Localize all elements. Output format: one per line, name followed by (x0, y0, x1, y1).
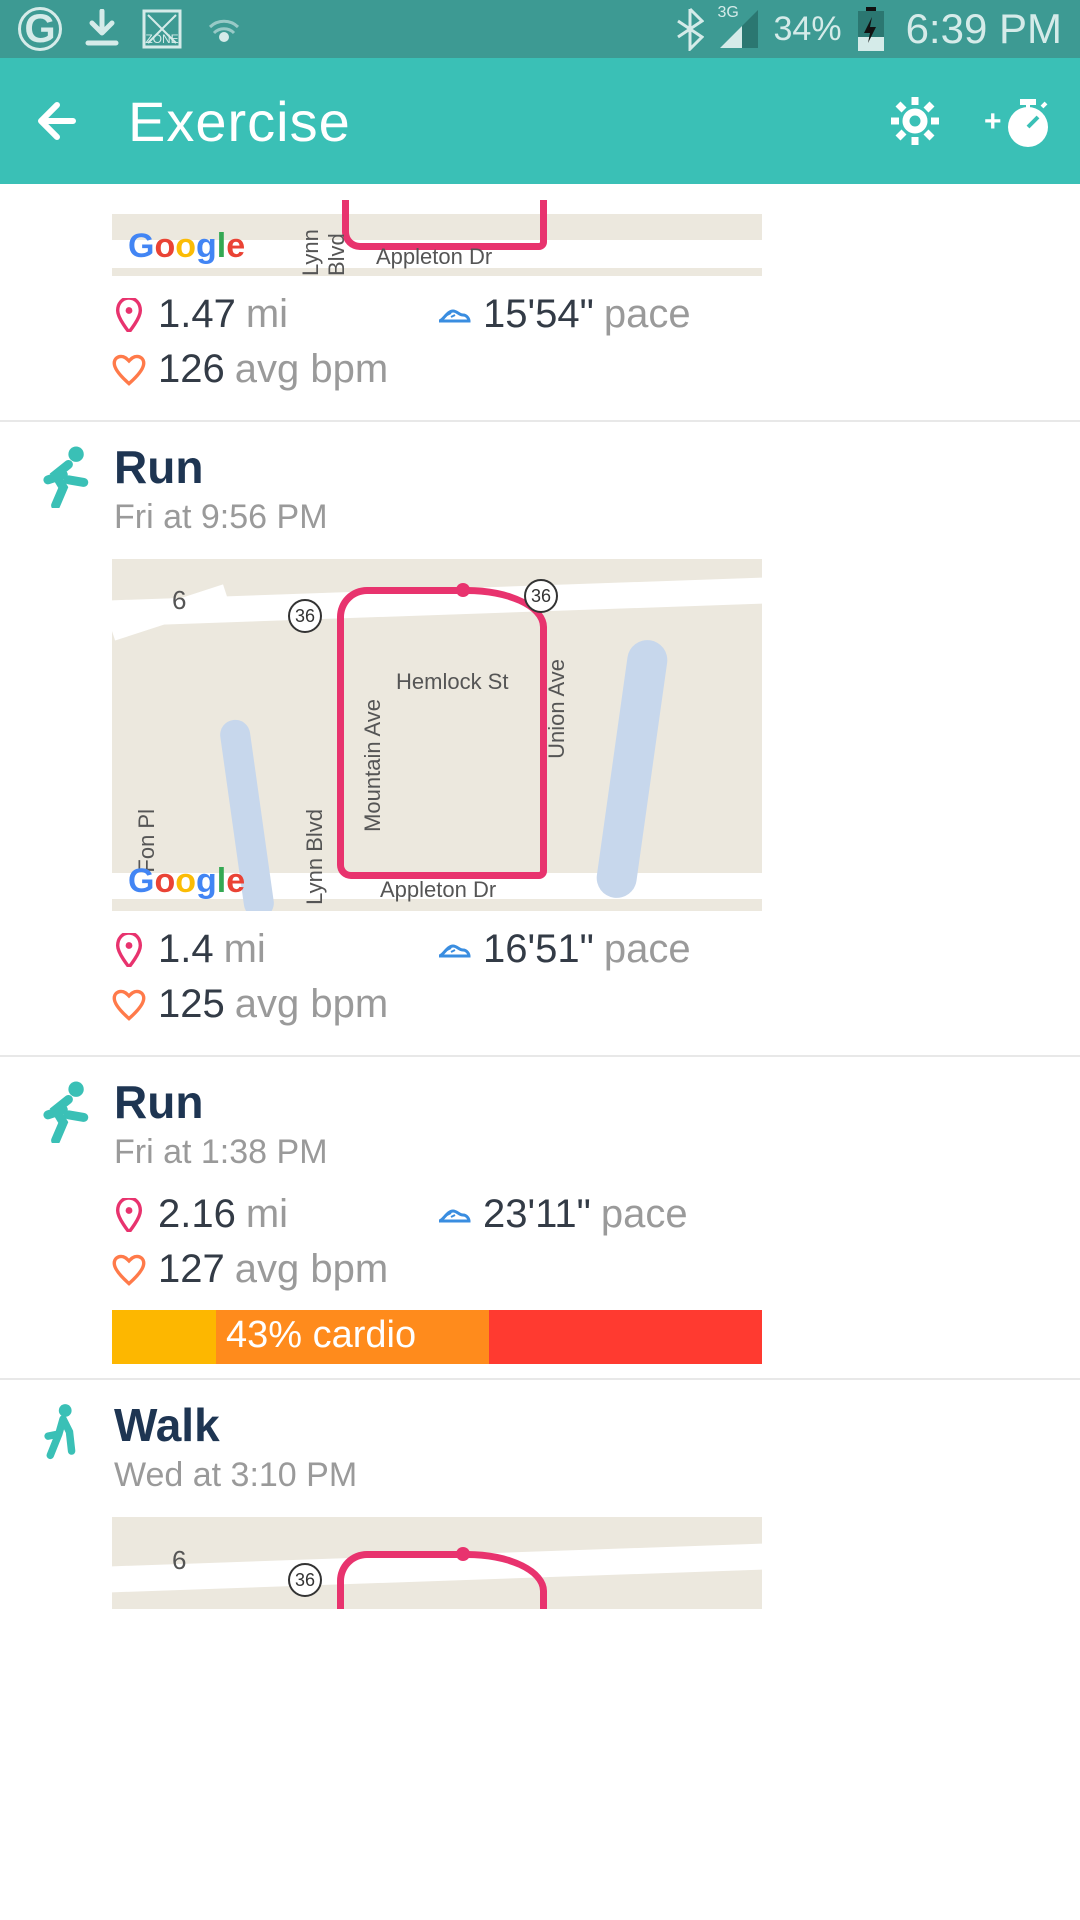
bpm-unit: avg bpm (235, 1247, 388, 1292)
map-attribution: Google (128, 227, 245, 266)
back-button[interactable] (30, 93, 86, 149)
distance-unit: mi (246, 292, 288, 337)
svg-text:+: + (984, 105, 1002, 138)
pace-unit: pace (604, 927, 691, 972)
pace-value: 23'11" (483, 1192, 591, 1237)
add-exercise-button[interactable]: + (980, 86, 1050, 156)
bpm-value: 125 (158, 982, 225, 1027)
gear-icon (889, 95, 941, 147)
distance-pin-icon (112, 933, 146, 967)
bpm-value: 126 (158, 347, 225, 392)
exercise-card[interactable]: Run Fri at 9:56 PM 6 36 36 Hemlock St (0, 422, 1080, 1057)
heart-rate-icon (112, 1253, 146, 1287)
distance-unit: mi (224, 927, 266, 972)
bpm-unit: avg bpm (235, 982, 388, 1027)
page-title: Exercise (128, 89, 850, 154)
pace-shoe-icon (437, 1198, 471, 1232)
bpm-unit: avg bpm (235, 347, 388, 392)
settings-button[interactable] (880, 86, 950, 156)
status-time: 6:39 PM (906, 5, 1062, 53)
distance-pin-icon (112, 298, 146, 332)
battery-percent: 34% (774, 10, 842, 49)
distance-value: 2.16 (158, 1192, 236, 1237)
exercise-stats: 2.16 mi 23'11" pace 127 avg bpm (112, 1192, 762, 1292)
walk-icon (30, 1402, 94, 1466)
exercise-card[interactable]: Walk Wed at 3:10 PM 6 36 (0, 1380, 1080, 1635)
activity-type: Run (114, 440, 328, 494)
route-map[interactable]: Appleton Dr Lynn Blvd Google (112, 200, 762, 276)
download-icon (84, 9, 120, 49)
exercise-stats: 1.47 mi 15'54" pace 126 avg bpm (112, 292, 762, 392)
run-icon (30, 1079, 94, 1143)
status-left: G ZONE (18, 7, 244, 51)
status-right: 3G 34% 6:39 PM (676, 5, 1062, 53)
bluetooth-icon (676, 7, 704, 51)
broadcast-icon (204, 9, 244, 49)
exercise-card[interactable]: Appleton Dr Lynn Blvd Google 1.47 mi 15'… (0, 200, 1080, 422)
heart-rate-zone-bar: 43% cardio (112, 1310, 762, 1364)
exercise-stats: 1.4 mi 16'51" pace 125 avg bpm (112, 927, 762, 1027)
activity-time: Fri at 1:38 PM (114, 1133, 328, 1172)
run-icon (30, 444, 94, 508)
route-map[interactable]: 6 36 (112, 1517, 762, 1609)
exercise-card[interactable]: Run Fri at 1:38 PM 2.16 mi 23'11" pace (0, 1057, 1080, 1380)
pace-value: 16'51" (483, 927, 594, 972)
distance-pin-icon (112, 1198, 146, 1232)
heart-rate-icon (112, 353, 146, 387)
app-bar: Exercise + (0, 58, 1080, 184)
activity-type: Walk (114, 1398, 357, 1452)
pace-shoe-icon (437, 298, 471, 332)
battery-charging-icon (856, 7, 886, 51)
bpm-value: 127 (158, 1247, 225, 1292)
peak-zone-segment (489, 1310, 762, 1364)
exercise-list: Appleton Dr Lynn Blvd Google 1.47 mi 15'… (0, 200, 1080, 1635)
pace-shoe-icon (437, 933, 471, 967)
distance-unit: mi (246, 1192, 288, 1237)
android-status-bar: G ZONE 3G 34% 6:39 PM (0, 0, 1080, 58)
svg-text:ZONE: ZONE (145, 32, 178, 46)
google-notification-icon: G (18, 7, 62, 51)
distance-value: 1.47 (158, 292, 236, 337)
stopwatch-plus-icon: + (980, 91, 1050, 151)
activity-type: Run (114, 1075, 328, 1129)
heart-rate-icon (112, 988, 146, 1022)
fat-burn-zone-segment (112, 1310, 216, 1364)
route-map[interactable]: 6 36 36 Hemlock St Appleton Dr Mountain … (112, 559, 762, 911)
pace-unit: pace (604, 292, 691, 337)
activity-time: Fri at 9:56 PM (114, 498, 328, 537)
pace-unit: pace (601, 1192, 688, 1237)
pace-value: 15'54" (483, 292, 594, 337)
activity-time: Wed at 3:10 PM (114, 1456, 357, 1495)
network-indicator: 3G (718, 8, 760, 50)
zone-icon: ZONE (142, 9, 182, 49)
distance-value: 1.4 (158, 927, 214, 972)
map-attribution: Google (128, 862, 245, 901)
cardio-zone-label: 43% cardio (226, 1314, 416, 1357)
